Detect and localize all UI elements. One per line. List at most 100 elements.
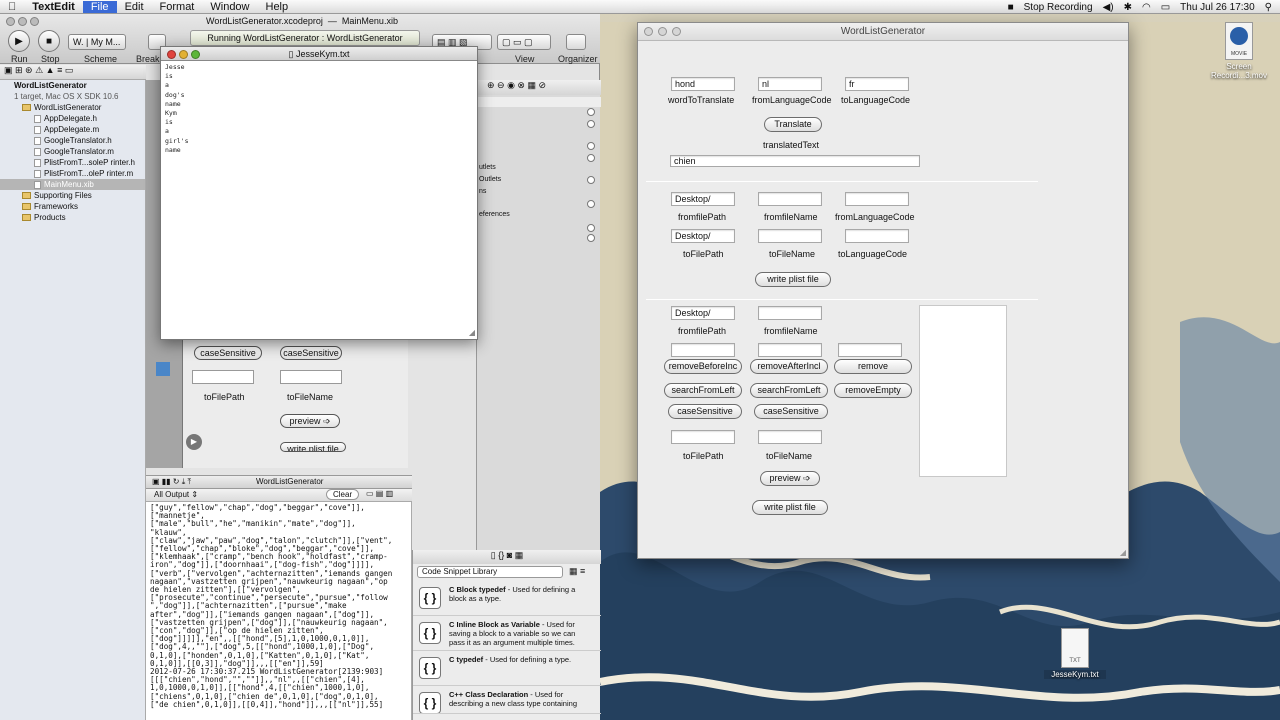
remove-empty-button[interactable]: removeEmpty	[834, 383, 912, 398]
search-from-left-button-2[interactable]: searchFromLeft	[750, 383, 828, 398]
library-view-toggle[interactable]: ▦ ≡	[569, 566, 585, 577]
connection-circle-icon[interactable]	[587, 234, 595, 242]
from-language-field[interactable]: nl	[758, 77, 822, 91]
layout-segment[interactable]: ▭ ▤ ▥	[366, 489, 393, 498]
project-root[interactable]: WordListGenerator	[0, 80, 145, 91]
menu-file[interactable]: File	[82, 0, 117, 13]
to-language-field[interactable]: fr	[845, 77, 909, 91]
stop-button[interactable]: ■	[38, 30, 60, 52]
preview-box[interactable]	[919, 305, 1007, 477]
stop-recording-icon[interactable]: ■	[1008, 2, 1014, 13]
screen-recording-file[interactable]: MOVIE Screen Recordi...3.mov	[1204, 22, 1274, 80]
connection-circle-icon[interactable]	[587, 142, 595, 150]
minimize-icon[interactable]	[18, 17, 27, 26]
search-from-left-button[interactable]: searchFromLeft	[664, 383, 742, 398]
menu-app-name[interactable]: TextEdit	[24, 1, 83, 13]
play-icon[interactable]: ▶	[186, 434, 202, 450]
ib-to-file-name-field[interactable]	[280, 370, 342, 384]
scheme-popup[interactable]: W. | My M...	[68, 34, 126, 50]
bluetooth-icon[interactable]: ✱	[1124, 2, 1132, 13]
textedit-titlebar[interactable]: ▯ JesseKym.txt	[161, 47, 477, 61]
to-file-path-field[interactable]: Desktop/	[671, 229, 735, 243]
connection-circle-icon[interactable]	[587, 176, 595, 184]
apple-icon[interactable]: 	[0, 1, 24, 13]
console-output[interactable]: ["guy","fellow","chap","dog","beggar","c…	[146, 502, 412, 720]
output-select[interactable]: All Output ⇕	[154, 490, 198, 499]
connection-circle-icon[interactable]	[587, 224, 595, 232]
from-file-name-field-2[interactable]	[758, 306, 822, 320]
nav-item[interactable]: AppDelegate.h	[0, 113, 145, 124]
remove-after-field[interactable]	[758, 343, 822, 357]
nav-item[interactable]: PlistFromT...soleP rinter.h	[0, 157, 145, 168]
view-segment[interactable]: ▢ ▭ ▢	[497, 34, 551, 50]
inspector-tabs[interactable]: ⊕ ⊖ ◉ ⊗ ▦ ⊘	[477, 80, 601, 95]
case-sensitive-button[interactable]: caseSensitive	[668, 404, 742, 419]
resize-grip-icon[interactable]: ◢	[469, 328, 475, 337]
menu-format[interactable]: Format	[152, 1, 203, 13]
nav-item[interactable]: PlistFromT...oleP rinter.m	[0, 168, 145, 179]
wifi-icon[interactable]: ◠	[1142, 2, 1151, 13]
ib-to-file-path-field[interactable]	[192, 370, 254, 384]
library-tabs[interactable]: ▯ {} ◙ ▦	[413, 550, 601, 564]
close-icon[interactable]	[6, 17, 15, 26]
connection-circle-icon[interactable]	[587, 108, 595, 116]
zoom-icon[interactable]	[672, 27, 681, 36]
write-plist-button[interactable]: write plist file	[755, 272, 831, 287]
library-select[interactable]: Code Snippet Library	[417, 566, 563, 578]
navigator-selector[interactable]: ▣ ⊞ ⊛ ⚠ ▲ ≡ ▭	[0, 65, 146, 80]
remove-after-button[interactable]: removeAfterIncl	[750, 359, 828, 374]
remove-before-button[interactable]: removeBeforeInc	[664, 359, 742, 374]
to-file-name-field[interactable]	[758, 229, 822, 243]
connection-circle-icon[interactable]	[587, 120, 595, 128]
to-file-name-field-2[interactable]	[758, 430, 822, 444]
to-file-path-field-2[interactable]	[671, 430, 735, 444]
from-file-name-field[interactable]	[758, 192, 822, 206]
translate-button[interactable]: Translate	[764, 117, 822, 132]
clear-button[interactable]: Clear	[326, 489, 360, 500]
from-file-path-field[interactable]: Desktop/	[671, 192, 735, 206]
preview-button[interactable]: preview ➩	[760, 471, 820, 486]
nav-item[interactable]: Frameworks	[0, 201, 145, 212]
snippet-item[interactable]: { } C++ Class Declaration - Used for des…	[413, 686, 601, 714]
close-icon[interactable]	[167, 50, 176, 59]
from-file-path-field-2[interactable]: Desktop/	[671, 306, 735, 320]
nav-item[interactable]: Products	[0, 212, 145, 223]
jessekym-file[interactable]: TXT JesseKym.txt	[1044, 628, 1106, 679]
nav-item[interactable]: AppDelegate.m	[0, 124, 145, 135]
clock[interactable]: Thu Jul 26 17:30	[1180, 2, 1255, 13]
battery-icon[interactable]: ▭	[1161, 2, 1170, 13]
run-button[interactable]: ▶	[8, 30, 30, 52]
remove-button[interactable]: remove	[834, 359, 912, 374]
object-icon[interactable]	[156, 362, 170, 376]
textedit-content[interactable]: Jesse is a dog's name Kym is a girl's na…	[165, 63, 188, 155]
stop-recording-label[interactable]: Stop Recording	[1024, 2, 1093, 13]
ib-case-sensitive-button[interactable]: caseSensitive	[280, 346, 342, 360]
snippet-item[interactable]: { } C Inline Block as Variable - Used fo…	[413, 616, 601, 651]
from-language-code-field[interactable]	[845, 192, 909, 206]
minimize-icon[interactable]	[179, 50, 188, 59]
remove-field[interactable]	[838, 343, 902, 357]
nav-item[interactable]: WordListGenerator	[0, 102, 145, 113]
resize-grip-icon[interactable]: ◢	[1120, 548, 1126, 557]
snippet-item[interactable]: { } C typedef - Used for defining a type…	[413, 651, 601, 686]
translated-text-field[interactable]: chien	[670, 155, 920, 167]
debug-controls[interactable]: ▣ ▮▮ ↻ ⤓ ⤒	[152, 477, 191, 487]
menu-help[interactable]: Help	[258, 1, 297, 13]
nav-item-selected[interactable]: MainMenu.xib	[0, 179, 145, 190]
nav-item[interactable]: GoogleTranslator.m	[0, 146, 145, 157]
word-to-translate-field[interactable]: hond	[671, 77, 735, 91]
minimize-icon[interactable]	[658, 27, 667, 36]
to-language-code-field[interactable]	[845, 229, 909, 243]
organizer-button[interactable]	[566, 34, 586, 50]
menu-window[interactable]: Window	[202, 1, 257, 13]
close-icon[interactable]	[644, 27, 653, 36]
ib-case-sensitive-button[interactable]: caseSensitive	[194, 346, 262, 360]
snippet-item[interactable]: { } C Block typedef - Used for defining …	[413, 581, 601, 616]
ib-preview-button[interactable]: preview ➩	[280, 414, 340, 428]
zoom-icon[interactable]	[191, 50, 200, 59]
menu-edit[interactable]: Edit	[117, 1, 152, 13]
remove-before-field[interactable]	[671, 343, 735, 357]
connection-circle-icon[interactable]	[587, 200, 595, 208]
write-plist-button-2[interactable]: write plist file	[752, 500, 828, 515]
nav-item[interactable]: Supporting Files	[0, 190, 145, 201]
